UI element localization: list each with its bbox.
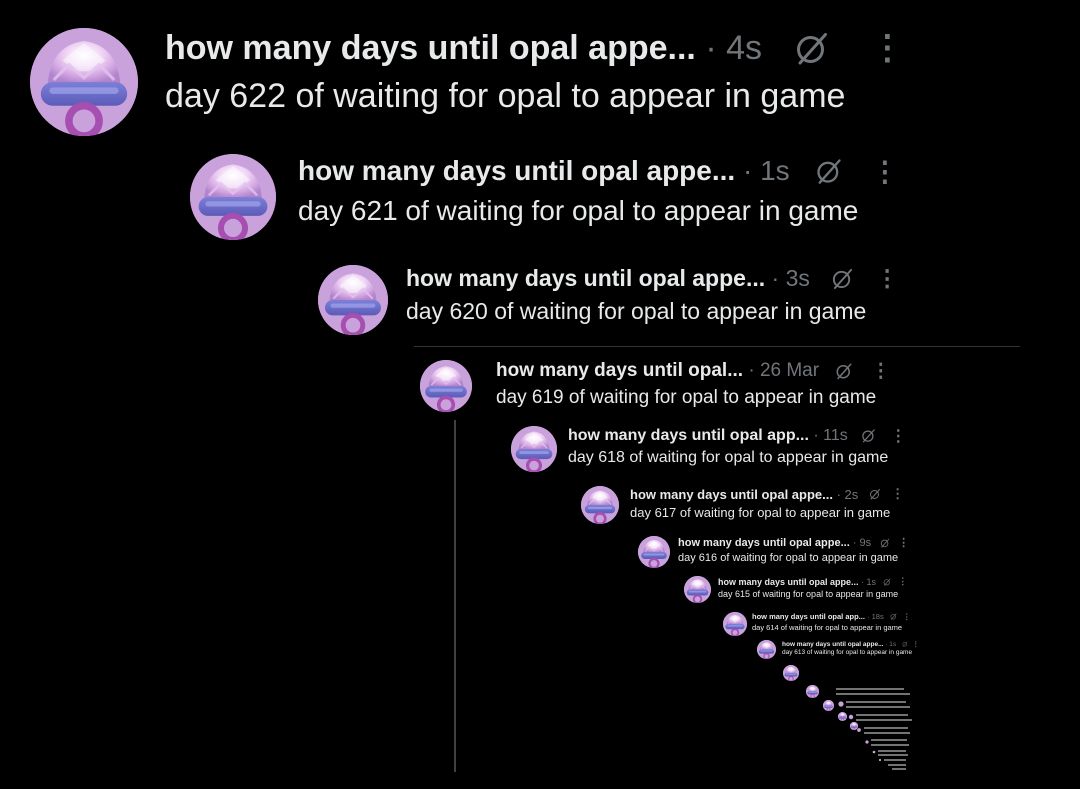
post-timestamp[interactable]: 18s <box>872 612 884 621</box>
post-header: how many days until opal app... · 18s ⋮ <box>752 612 911 621</box>
post-content: how many days until opal appe... · 1s ⋮ da… <box>782 640 920 657</box>
more-icon[interactable]: ⋮ <box>871 155 899 188</box>
separator-dot: · <box>765 265 786 291</box>
post-timestamp[interactable]: 1s <box>760 155 790 187</box>
separator-dot: · <box>832 486 845 502</box>
post-content: how many days until opal app... · 18s ⋮ da… <box>752 612 911 632</box>
grok-icon[interactable] <box>883 578 891 586</box>
more-icon[interactable]: ⋮ <box>891 486 904 502</box>
post-text: day 613 of waiting for opal to appear in… <box>782 649 913 657</box>
more-icon[interactable]: ⋮ <box>876 265 899 292</box>
more-icon[interactable]: ⋮ <box>871 360 890 383</box>
post-timestamp[interactable]: 1s <box>867 577 877 587</box>
post-text: day 620 of waiting for opal to appear in… <box>406 297 867 324</box>
opal-pacifier-avatar[interactable] <box>190 154 276 240</box>
post-content: how many days until opal appe... · 9s ⋮ da… <box>678 536 909 564</box>
post-timestamp[interactable]: 1s <box>889 641 896 648</box>
display-name[interactable]: how many days until opal appe... <box>678 537 850 549</box>
post-text: day 617 of waiting for opal to appear in… <box>630 505 891 521</box>
post-timestamp[interactable]: 3s <box>786 265 810 292</box>
post-text: day 616 of waiting for opal to appear in… <box>678 551 899 564</box>
separator-dot: · <box>808 426 824 444</box>
post-header: how many days until opal appe... · 4s ⋮ <box>165 28 904 68</box>
grok-icon[interactable] <box>794 30 830 66</box>
more-icon[interactable]: ⋮ <box>903 612 911 621</box>
opal-pacifier-avatar[interactable] <box>723 612 747 636</box>
separator-dot: · <box>864 612 872 621</box>
receding-posts-blur <box>836 688 912 770</box>
grok-icon[interactable] <box>890 613 897 620</box>
post-header: how many days until opal appe... · 3s ⋮ <box>406 265 899 292</box>
post-content: how many days until opal... · 26 Mar ⋮ day… <box>496 360 890 409</box>
thread-line <box>454 420 456 772</box>
post-timestamp[interactable]: 11s <box>823 427 848 445</box>
opal-pacifier-avatar[interactable] <box>581 486 619 524</box>
opal-pacifier-avatar <box>823 700 834 711</box>
grok-icon[interactable] <box>835 362 853 380</box>
post-timestamp[interactable]: 26 Mar <box>760 360 819 382</box>
more-icon[interactable]: ⋮ <box>890 426 906 446</box>
display-name[interactable]: how many days until opal appe... <box>406 265 765 292</box>
post-text: day 619 of waiting for opal to appear in… <box>496 386 877 408</box>
display-name[interactable]: how many days until opal appe... <box>718 577 859 587</box>
opal-pacifier-avatar[interactable] <box>638 536 670 568</box>
grok-icon[interactable] <box>861 428 876 443</box>
post-text: day 615 of waiting for opal to appear in… <box>718 589 899 600</box>
post-text: day 614 of waiting for opal to appear in… <box>752 622 903 632</box>
post-header: how many days until opal appe... · 9s ⋮ <box>678 536 909 550</box>
display-name[interactable]: how many days until opal app... <box>752 612 865 621</box>
post-content: how many days until opal appe... · 2s ⋮ da… <box>630 486 904 520</box>
more-icon[interactable]: ⋮ <box>870 28 904 68</box>
post-content: how many days until opal appe... · 1s ⋮ da… <box>718 576 907 599</box>
opal-pacifier-avatar[interactable] <box>684 576 711 603</box>
post-content: how many days until opal appe... · 4s ⋮ da… <box>165 28 904 116</box>
post-content: how many days until opal app... · 11s ⋮ da… <box>568 426 906 467</box>
opal-pacifier-avatar[interactable] <box>420 360 472 412</box>
post-header: how many days until opal appe... · 1s ⋮ <box>782 640 920 649</box>
post-header: how many days until opal app... · 11s ⋮ <box>568 426 906 445</box>
display-name[interactable]: how many days until opal... <box>496 360 743 382</box>
display-name[interactable]: how many days until opal appe... <box>165 29 696 68</box>
opal-pacifier-avatar[interactable] <box>511 426 557 472</box>
display-name[interactable]: how many days until opal appe... <box>630 487 833 502</box>
separator-dot: · <box>858 576 867 587</box>
more-icon[interactable]: ⋮ <box>898 536 909 549</box>
post-text: day 621 of waiting for opal to appear in… <box>298 195 859 226</box>
post-text: day 622 of waiting for opal to appear in… <box>165 77 846 116</box>
display-name[interactable]: how many days until opal appe... <box>298 155 735 187</box>
opal-pacifier-avatar[interactable] <box>318 265 388 335</box>
post-header: how many days until opal appe... · 1s ⋮ <box>718 576 907 587</box>
separator-dot: · <box>849 536 860 549</box>
post-timestamp[interactable]: 4s <box>726 29 762 68</box>
post-content: how many days until opal appe... · 3s ⋮ da… <box>406 265 899 325</box>
post-text: day 618 of waiting for opal to appear in… <box>568 449 889 467</box>
separator-dot: · <box>695 28 727 67</box>
post-header: how many days until opal... · 26 Mar ⋮ <box>496 360 890 382</box>
post-divider <box>414 346 1020 347</box>
more-icon[interactable]: ⋮ <box>898 576 907 587</box>
opal-pacifier-avatar <box>806 685 819 698</box>
opal-pacifier-avatar[interactable] <box>757 640 776 659</box>
grok-icon[interactable] <box>815 157 843 185</box>
grok-icon[interactable] <box>880 538 890 548</box>
display-name[interactable]: how many days until opal appe... <box>782 641 884 648</box>
grok-icon[interactable] <box>869 488 881 500</box>
opal-pacifier-avatar <box>783 665 799 681</box>
post-timestamp[interactable]: 2s <box>845 487 859 502</box>
separator-dot: · <box>743 360 760 381</box>
more-icon[interactable]: ⋮ <box>913 640 920 648</box>
grok-icon[interactable] <box>831 267 854 290</box>
grok-icon[interactable] <box>902 641 908 647</box>
post-timestamp[interactable]: 9s <box>860 537 872 549</box>
display-name[interactable]: how many days until opal app... <box>568 427 809 445</box>
post-header: how many days until opal appe... · 1s ⋮ <box>298 154 899 188</box>
post-content: how many days until opal appe... · 1s ⋮ da… <box>298 154 899 227</box>
opal-pacifier-avatar[interactable] <box>30 28 138 136</box>
separator-dot: · <box>735 155 761 186</box>
post-header: how many days until opal appe... · 2s ⋮ <box>630 486 904 502</box>
